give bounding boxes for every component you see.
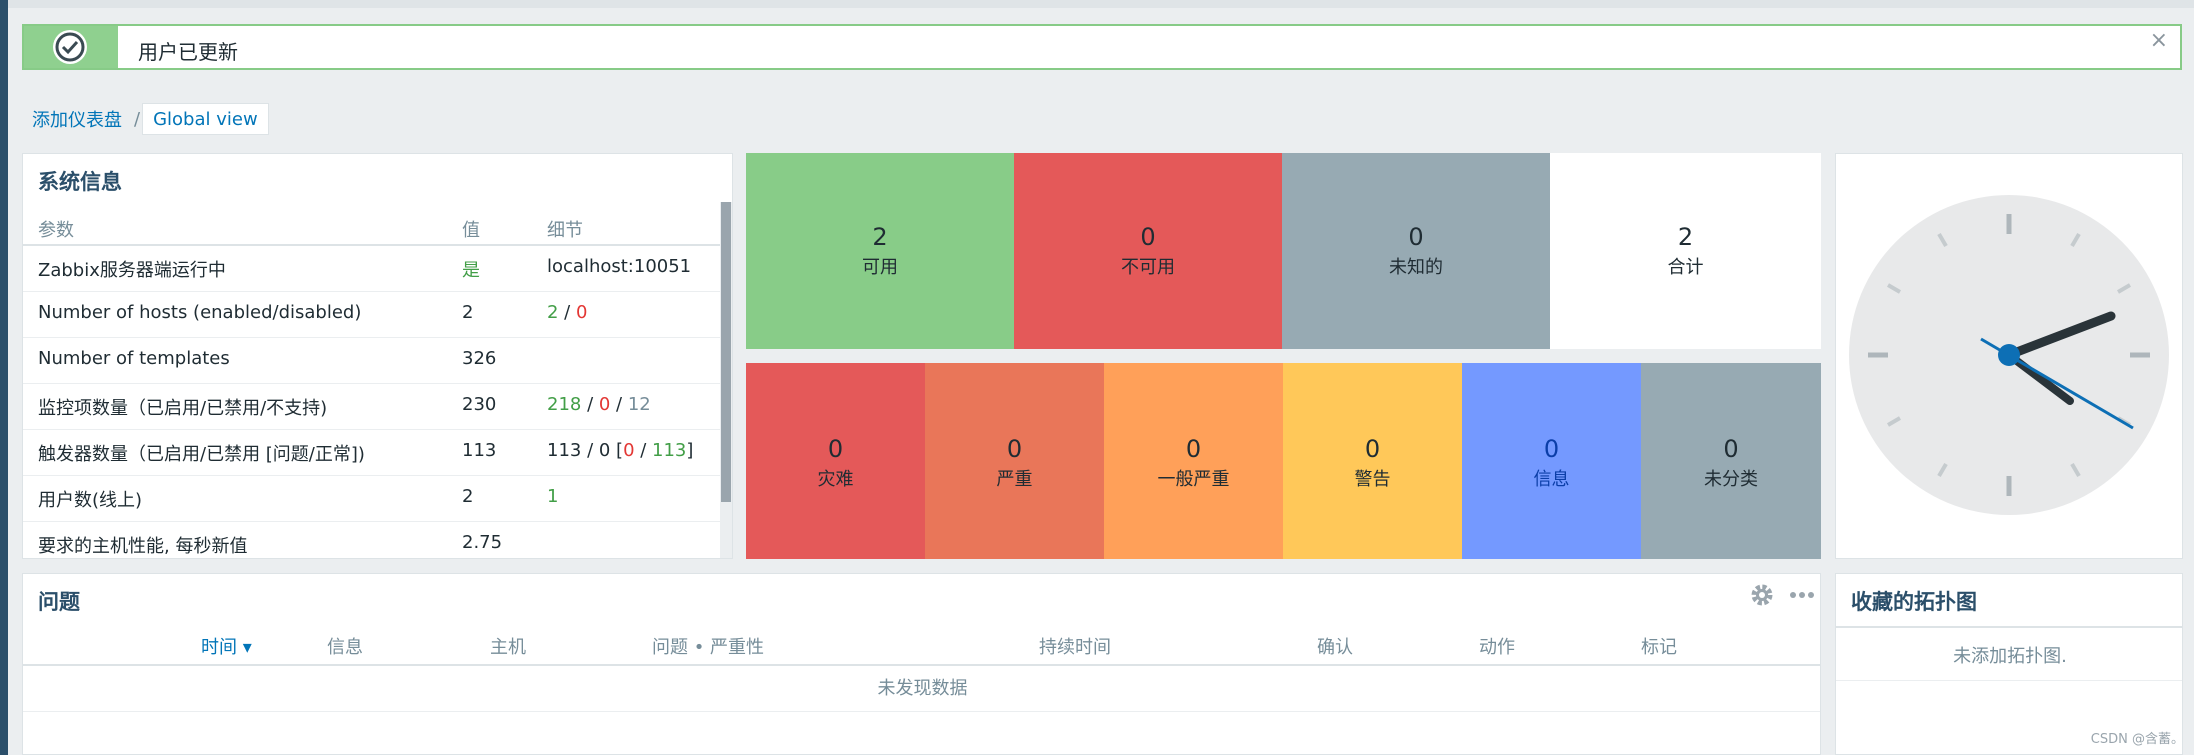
- column-header-tags: 标记: [1641, 637, 1677, 658]
- count-label: 严重: [996, 469, 1033, 490]
- count-label: 信息: [1533, 469, 1570, 490]
- left-sidebar-strip: [0, 0, 8, 755]
- breadcrumb-separator: /: [134, 108, 141, 130]
- widget-title: 问题: [38, 590, 80, 614]
- param-cell: 用户数(线上): [38, 490, 143, 511]
- top-bar-strip: [8, 0, 2194, 8]
- watermark: CSDN @含蓄。: [2090, 732, 2184, 747]
- count-label: 合计: [1667, 257, 1704, 278]
- value-cell: 2: [462, 302, 474, 323]
- clock-widget: [1835, 153, 2183, 559]
- column-header-info: 信息: [327, 637, 363, 658]
- param-cell: 触发器数量（已启用/已禁用 [问题/正常]): [38, 444, 365, 465]
- table-row: Zabbix服务器端运行中 是 localhost:10051: [23, 246, 720, 292]
- more-options-icon[interactable]: [1787, 582, 1817, 608]
- param-cell: Number of templates: [38, 348, 230, 369]
- value-cell: 2: [462, 486, 474, 507]
- message-icon-box: [24, 26, 118, 68]
- no-maps-message: 未添加拓扑图.: [1836, 634, 2182, 681]
- message-text: 用户已更新: [138, 40, 238, 64]
- severity-warning-cell[interactable]: 0 警告: [1283, 363, 1462, 559]
- param-cell: 监控项数量（已启用/已禁用/不支持): [38, 398, 328, 419]
- table-row: 监控项数量（已启用/已禁用/不支持) 230 218 / 0 / 12: [23, 384, 720, 430]
- count-value: 2: [872, 223, 888, 251]
- problems-by-severity-widget: 0 灾难 0 严重 0 一般严重 0 警告 0 信息 0 未分类: [746, 363, 1821, 559]
- count-value: 2: [1677, 223, 1694, 251]
- column-header-ack: 确认: [1317, 637, 1353, 658]
- column-header-host: 主机: [490, 637, 526, 658]
- host-unavailable-cell[interactable]: 0 不可用: [1014, 153, 1282, 349]
- clock-icon: [1849, 195, 2169, 515]
- host-availability-widget: 2 可用 0 不可用 0 未知的 2 合计: [746, 153, 1821, 349]
- breadcrumb-current-dashboard[interactable]: Global view: [142, 103, 269, 135]
- table-row: 用户数(线上) 2 1: [23, 476, 720, 522]
- count-label: 一般严重: [1157, 469, 1230, 490]
- table-header: 时间 ▾ 信息 主机 问题 • 严重性 持续时间 确认 动作 标记: [23, 626, 1820, 666]
- count-label: 未知的: [1389, 257, 1443, 278]
- count-value: 0: [1364, 435, 1381, 463]
- value-cell: 113: [462, 440, 497, 461]
- scrollbar-thumb[interactable]: [721, 202, 731, 502]
- host-available-cell[interactable]: 2 可用: [746, 153, 1014, 349]
- detail-cell: 2 / 0: [547, 302, 588, 323]
- divider: [1836, 626, 2182, 628]
- count-value: 0: [1140, 223, 1156, 251]
- param-cell: Zabbix服务器端运行中: [38, 260, 226, 281]
- count-label: 不可用: [1121, 257, 1175, 278]
- column-header-value: 值: [462, 220, 480, 241]
- count-value: 0: [1185, 435, 1202, 463]
- column-header-duration: 持续时间: [1039, 637, 1111, 658]
- severity-average-cell[interactable]: 0 一般严重: [1104, 363, 1283, 559]
- breadcrumb: 添加仪表盘 / Global view: [22, 103, 269, 135]
- host-unknown-cell[interactable]: 0 未知的: [1282, 153, 1550, 349]
- breadcrumb-all-dashboards[interactable]: 添加仪表盘: [22, 103, 132, 135]
- severity-not-classified-cell[interactable]: 0 未分类: [1641, 363, 1821, 559]
- gear-icon[interactable]: [1749, 582, 1775, 608]
- table-row: 要求的主机性能, 每秒新值 2.75: [23, 522, 720, 558]
- column-header-time[interactable]: 时间 ▾: [201, 633, 252, 659]
- value-cell: 230: [462, 394, 497, 415]
- value-cell: 326: [462, 348, 497, 369]
- count-value: 0: [1543, 435, 1560, 463]
- param-cell: Number of hosts (enabled/disabled): [38, 302, 362, 323]
- count-label: 警告: [1354, 469, 1391, 490]
- count-value: 0: [1006, 435, 1023, 463]
- count-label: 未分类: [1704, 469, 1758, 490]
- detail-cell: 113 / 0 [0 / 113]: [547, 440, 694, 461]
- problems-widget: 问题 时间 ▾ 信息 主机 问题 • 严重性 持续时间 确认 动作 标记 未发现…: [22, 573, 1821, 755]
- host-total-cell[interactable]: 2 合计: [1550, 153, 1821, 349]
- value-cell: 是: [462, 260, 480, 281]
- table-row: Number of hosts (enabled/disabled) 2 2 /…: [23, 292, 720, 338]
- widget-title: 系统信息: [38, 170, 122, 194]
- table-row: 触发器数量（已启用/已禁用 [问题/正常]) 113 113 / 0 [0 / …: [23, 430, 720, 476]
- severity-disaster-cell[interactable]: 0 灾难: [746, 363, 925, 559]
- system-info-widget: 系统信息 参数 值 细节 Zabbix服务器端运行中 是 localhost:1…: [22, 153, 733, 559]
- column-header-problem-severity: 问题 • 严重性: [652, 637, 765, 658]
- count-label: 灾难: [817, 469, 854, 490]
- success-message: 用户已更新 ×: [22, 24, 2182, 70]
- widget-title: 收藏的拓扑图: [1851, 590, 1977, 614]
- count-value: 0: [1408, 223, 1424, 251]
- detail-cell: 1: [547, 486, 559, 507]
- column-header-detail: 细节: [547, 220, 583, 241]
- no-data-message: 未发现数据: [23, 666, 1820, 712]
- value-cell: 2.75: [462, 532, 503, 553]
- column-header-actions: 动作: [1479, 637, 1515, 658]
- param-cell: 要求的主机性能, 每秒新值: [38, 536, 248, 557]
- count-value: 0: [827, 435, 844, 463]
- detail-cell: 218 / 0 / 12: [547, 394, 651, 415]
- close-icon[interactable]: ×: [2150, 28, 2168, 53]
- column-header-param: 参数: [38, 220, 74, 241]
- count-value: 0: [1723, 435, 1739, 463]
- severity-info-cell[interactable]: 0 信息: [1462, 363, 1641, 559]
- checkmark-icon: [53, 30, 87, 64]
- table-row: Number of templates 326: [23, 338, 720, 384]
- severity-high-cell[interactable]: 0 严重: [925, 363, 1104, 559]
- detail-cell: localhost:10051: [547, 256, 692, 277]
- count-label: 可用: [862, 257, 898, 278]
- table-header: 参数 值 细节: [23, 206, 720, 246]
